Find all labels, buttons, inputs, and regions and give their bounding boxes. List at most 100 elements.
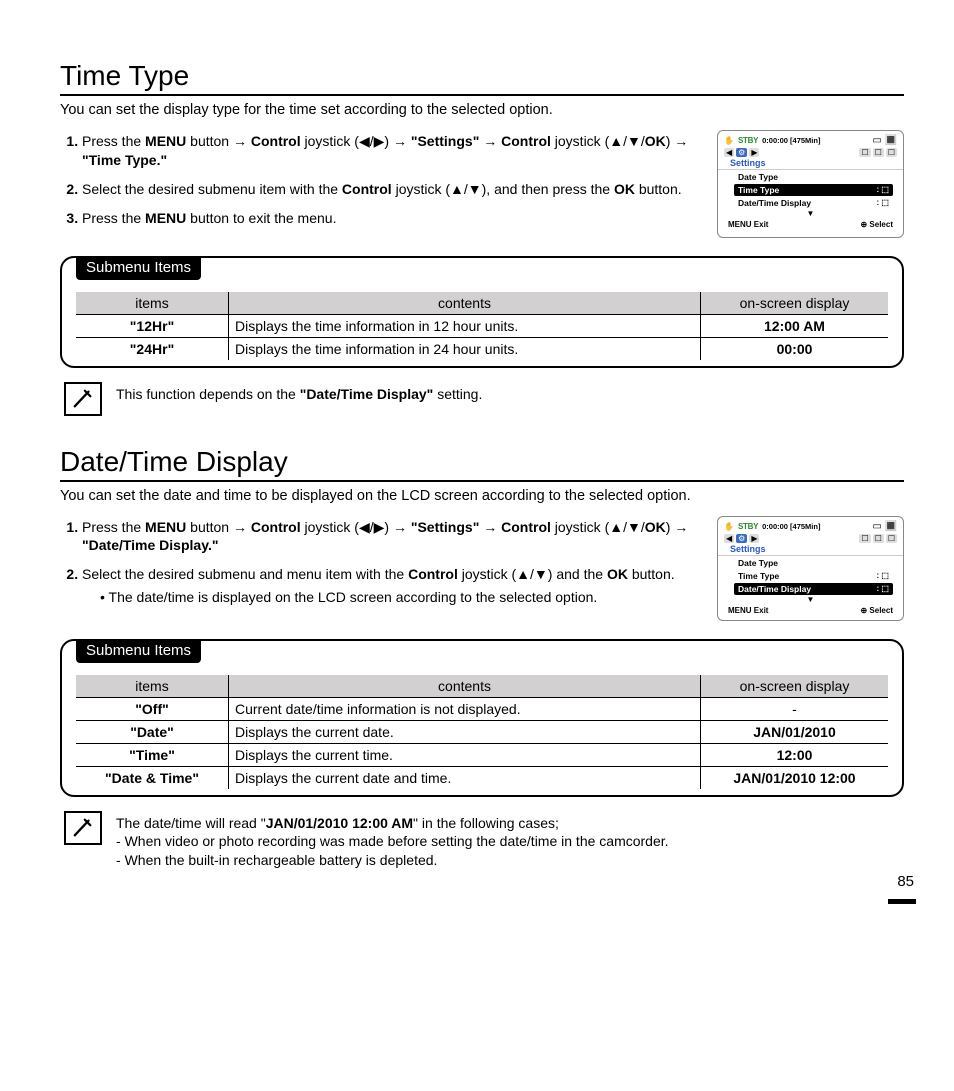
t: Select the desired submenu item with the (82, 181, 342, 197)
th-osd: on-screen display (701, 292, 889, 315)
cell: Displays the current time. (229, 743, 701, 766)
t: When video or photo recording was made b… (116, 833, 669, 849)
lcd-preview-2: ✋ STBY 0:00:00 [475Min] ▭ 🔳 ◀⚙▶☐☐☐ Setti… (717, 516, 904, 621)
lcd-item-selected: Time Type: ⬚ (734, 184, 893, 196)
ok-label: OK (607, 566, 628, 582)
lcd-item: Date Type (734, 557, 893, 569)
section-title-time-type: Time Type (60, 60, 904, 96)
exit-label: Exit (754, 220, 769, 229)
th-items: items (76, 675, 229, 698)
steps-list-2: Press the MENU button → Control joystick… (60, 518, 705, 608)
cell: Displays the time information in 12 hour… (229, 314, 701, 337)
t: button → (186, 519, 251, 535)
lcd-tabs: ◀⚙▶☐☐☐ (718, 533, 903, 543)
battery-icon: ▭ 🔳 (872, 135, 897, 146)
t: Press the (82, 519, 145, 535)
datetime-label: "Date/Time Display." (82, 537, 218, 553)
exit-label: Exit (754, 606, 769, 615)
note-icon (64, 382, 102, 416)
cell: JAN/01/2010 (701, 720, 889, 743)
control-label: Control (251, 519, 301, 535)
t: button → (186, 133, 251, 149)
battery-icon: ▭ 🔳 (872, 521, 897, 532)
t: Select the desired submenu and menu item… (82, 566, 408, 582)
intro-text: You can set the display type for the tim… (60, 102, 904, 118)
note-1: This function depends on the "Date/Time … (64, 382, 904, 416)
cell: "24Hr" (76, 337, 229, 360)
th-items: items (76, 292, 229, 315)
control-label: Control (251, 133, 301, 149)
submenu-box-1: Submenu Items items contents on-screen d… (60, 256, 904, 368)
step-1b: Press the MENU button → Control joystick… (82, 518, 705, 556)
cell: Displays the current date and time. (229, 766, 701, 789)
lcd-item: Date Type (734, 171, 893, 183)
ok-label: OK (614, 181, 635, 197)
t: "Date/Time Display" (300, 386, 434, 402)
page-number: 85 (897, 873, 914, 890)
t: The date/time will read " (116, 815, 266, 831)
t: ) → (666, 133, 689, 149)
intro-text-2: You can set the date and time to be disp… (60, 488, 904, 504)
th-contents: contents (229, 292, 701, 315)
steps-list-1: Press the MENU button → Control joystick… (60, 132, 705, 228)
lcd-preview-1: ✋ STBY 0:00:00 [475Min] ▭ 🔳 ◀⚙▶☐☐☐ Setti… (717, 130, 904, 238)
t: joystick (◀/▶) → (301, 519, 411, 535)
th-osd: on-screen display (701, 675, 889, 698)
t: → (479, 519, 501, 535)
control-label: Control (501, 519, 551, 535)
settings-label: "Settings" (411, 519, 480, 535)
menu-label: MENU (145, 519, 186, 535)
t: JAN/01/2010 12:00 AM (266, 815, 413, 831)
cell: "Time" (76, 743, 229, 766)
cell: Current date/time information is not dis… (229, 697, 701, 720)
t: joystick (▲/▼/ (551, 133, 645, 149)
counter-label: 0:00:00 [475Min] (762, 136, 820, 145)
counter-label: 0:00:00 [475Min] (762, 522, 820, 531)
cell: 00:00 (701, 337, 889, 360)
submenu-tab: Submenu Items (76, 639, 201, 663)
t: Press the (82, 133, 145, 149)
hand-icon: ✋ (724, 136, 734, 145)
t: → (479, 133, 501, 149)
cell: "Date & Time" (76, 766, 229, 789)
cell: "Date" (76, 720, 229, 743)
menu-label: MENU (145, 133, 186, 149)
lcd-category: Settings (718, 543, 903, 556)
hand-icon: ✋ (724, 522, 734, 531)
th-contents: contents (229, 675, 701, 698)
t: setting. (433, 386, 482, 402)
t: joystick (◀/▶) → (301, 133, 411, 149)
t: joystick (▲/▼), and then press the (392, 181, 614, 197)
select-label: Select (869, 606, 893, 615)
cell: JAN/01/2010 12:00 (701, 766, 889, 789)
submenu-table-2: items contents on-screen display "Off" C… (76, 675, 888, 789)
note-icon (64, 811, 102, 845)
t: joystick (▲/▼/ (551, 519, 645, 535)
page-bar (888, 899, 916, 904)
lcd-item-selected: Date/Time Display: ⬚ (734, 583, 893, 595)
section-title-datetime: Date/Time Display (60, 446, 904, 482)
lcd-tabs: ◀⚙▶☐☐☐ (718, 147, 903, 157)
step-2: Select the desired submenu item with the… (82, 180, 705, 199)
menu-label: MENU (145, 210, 186, 226)
cell: Displays the current date. (229, 720, 701, 743)
ok-label: OK (645, 133, 666, 149)
t: button. (635, 181, 682, 197)
control-label: Control (501, 133, 551, 149)
t: ) → (666, 519, 689, 535)
bullet-text: The date/time is displayed on the LCD sc… (100, 588, 705, 607)
menu-btn-label: MENU (728, 220, 752, 229)
stby-label: STBY (738, 522, 758, 531)
t: joystick (▲/▼) and the (458, 566, 607, 582)
step-2b: Select the desired submenu and menu item… (82, 565, 705, 607)
control-label: Control (408, 566, 458, 582)
lcd-item: Date/Time Display: ⬚ (734, 197, 893, 209)
cell: Displays the time information in 24 hour… (229, 337, 701, 360)
submenu-box-2: Submenu Items items contents on-screen d… (60, 639, 904, 797)
t: This function depends on the (116, 386, 300, 402)
control-label: Control (342, 181, 392, 197)
submenu-table-1: items contents on-screen display "12Hr" … (76, 292, 888, 360)
t: Press the (82, 210, 145, 226)
ok-label: OK (645, 519, 666, 535)
lcd-item: Time Type: ⬚ (734, 570, 893, 582)
